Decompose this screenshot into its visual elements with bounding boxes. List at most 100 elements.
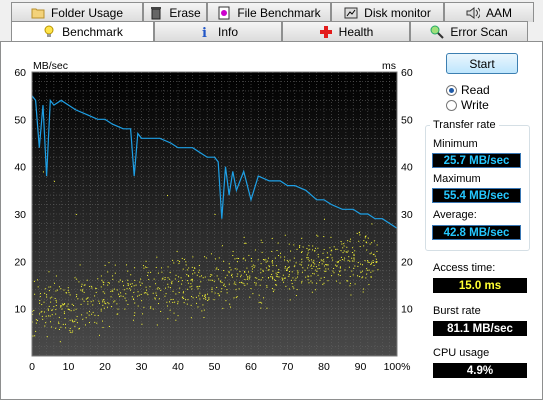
tab-file-benchmark[interactable]: File Benchmark [207, 2, 331, 22]
access-time-point [248, 278, 250, 280]
access-time-point [339, 267, 341, 269]
access-time-point [84, 324, 86, 326]
access-time-point [323, 235, 325, 237]
access-time-point [71, 319, 73, 321]
access-time-point [271, 238, 273, 240]
access-time-point [66, 305, 68, 307]
access-time-point [316, 234, 318, 236]
access-time-point [288, 266, 290, 268]
access-time-point [192, 256, 194, 258]
access-time-point [134, 312, 136, 314]
access-time-point [283, 277, 285, 279]
access-time-point [276, 284, 278, 286]
access-time-point [316, 282, 318, 284]
access-time-point [143, 306, 145, 308]
access-time-point [262, 259, 264, 261]
access-time-point [288, 288, 290, 290]
access-time-point [43, 311, 45, 313]
tab-label: Disk monitor [364, 5, 431, 20]
start-button[interactable]: Start [446, 53, 518, 74]
access-time-point [131, 286, 133, 288]
access-time-point [161, 278, 163, 280]
access-time-point [62, 323, 64, 325]
tab-erase[interactable]: Erase [143, 2, 207, 22]
access-time-point [75, 296, 77, 298]
access-time-point [120, 295, 122, 297]
access-time-point [319, 279, 321, 281]
access-time-point [41, 304, 43, 306]
access-time-point [186, 274, 188, 276]
access-time-point [167, 195, 169, 197]
access-time-point [159, 288, 161, 290]
access-time-point [85, 317, 87, 319]
access-time-point [69, 309, 71, 311]
x-tick-label: 20 [99, 361, 111, 373]
write-radio[interactable]: Write [446, 98, 489, 112]
access-time-point [339, 282, 341, 284]
access-time-point [301, 250, 303, 252]
read-radio-circle[interactable] [446, 84, 457, 96]
access-time-point [205, 297, 207, 299]
access-time-point [157, 272, 159, 274]
access-time-point [314, 250, 316, 252]
access-time-point [376, 244, 378, 246]
access-time-point [107, 281, 109, 283]
access-time-point [122, 281, 124, 283]
access-time-point [252, 293, 254, 295]
access-time-point [53, 306, 55, 308]
access-time-point [81, 283, 83, 285]
access-time-point [333, 246, 335, 248]
access-time-point [150, 306, 152, 308]
access-time-point [122, 295, 124, 297]
access-time-point [39, 302, 41, 304]
tab-folder-usage[interactable]: Folder Usage [11, 2, 143, 22]
access-time-point [344, 269, 346, 271]
access-time-label: Access time: [433, 262, 496, 274]
access-time-point [44, 292, 46, 294]
access-time-point [71, 303, 73, 305]
tab-error-scan[interactable]: Error Scan [410, 21, 528, 41]
tab-health[interactable]: Health [282, 21, 410, 41]
access-time-point [235, 283, 237, 285]
access-time-point [145, 286, 147, 288]
access-time-point [373, 264, 375, 266]
access-time-point [208, 297, 210, 299]
access-time-point [248, 254, 250, 256]
access-time-point [284, 267, 286, 269]
access-time-point [237, 273, 239, 275]
tab-benchmark[interactable]: Benchmark [11, 21, 154, 42]
tab-disk-monitor[interactable]: Disk monitor [331, 2, 444, 22]
access-time-point [157, 287, 159, 289]
access-time-point [324, 270, 326, 272]
access-time-point [371, 261, 373, 263]
read-radio[interactable]: Read [446, 83, 490, 97]
access-time-point [164, 277, 166, 279]
access-time-point [295, 295, 297, 297]
tab-aam[interactable]: AAM [444, 2, 534, 22]
access-time-point [165, 287, 167, 289]
access-time-point [327, 268, 329, 270]
access-time-point [143, 267, 145, 269]
access-time-point [170, 299, 172, 301]
access-time-point [258, 301, 260, 303]
y-tick-label-left: 50 [14, 114, 26, 126]
transfer-rate-title: Transfer rate [430, 119, 499, 131]
access-time-point [211, 291, 213, 293]
access-time-point [83, 291, 85, 293]
access-time-point [107, 284, 109, 286]
write-radio-circle[interactable] [446, 99, 457, 111]
access-time-point [37, 286, 39, 288]
access-time-point [324, 218, 325, 220]
access-time-point [85, 298, 87, 300]
access-time-point [211, 287, 213, 289]
access-time-point [317, 256, 319, 258]
access-time-point [51, 326, 53, 328]
access-time-point [81, 298, 83, 300]
access-time-point [284, 259, 286, 261]
access-time-point [58, 328, 60, 330]
access-time-point [234, 268, 236, 270]
tab-info[interactable]: i Info [154, 21, 282, 41]
access-time-point [372, 270, 374, 272]
access-time-point [190, 279, 192, 281]
access-time-point [51, 296, 53, 298]
